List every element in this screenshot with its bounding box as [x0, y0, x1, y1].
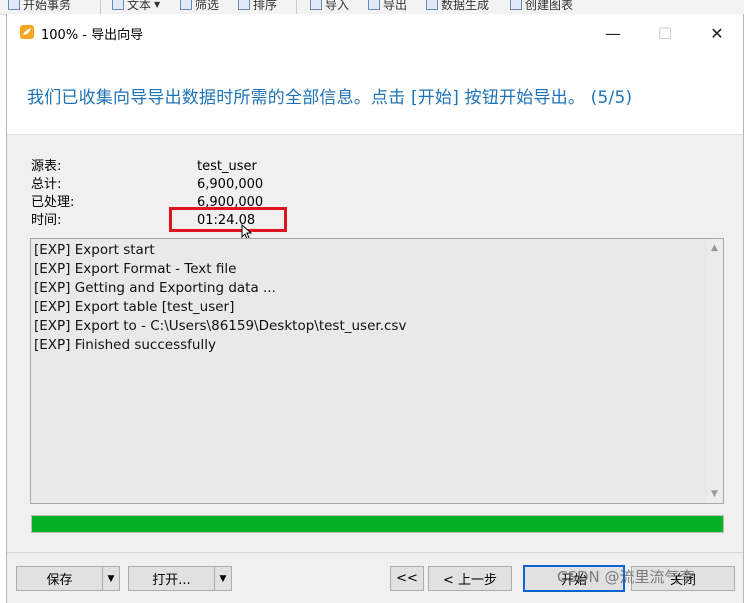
first-step-button[interactable]: <<	[390, 566, 424, 591]
previous-step-button[interactable]: < 上一步	[428, 566, 512, 591]
import-icon	[310, 0, 322, 10]
footer-divider	[7, 552, 743, 553]
export-icon	[368, 0, 380, 10]
progress-fill	[32, 516, 723, 532]
log-line: [EXP] Getting and Exporting data ...	[34, 280, 276, 296]
title-bar[interactable]: 100% - 导出向导 — ☐ ✕	[7, 14, 743, 52]
sort-icon	[238, 0, 250, 10]
log-line: [EXP] Export table [test_user]	[34, 299, 235, 315]
log-line: [EXP] Export to - C:\Users\86159\Desktop…	[34, 318, 407, 334]
chevron-down-icon: ▼	[154, 0, 161, 9]
transaction-icon	[8, 0, 20, 10]
maximize-icon: ☐	[657, 23, 673, 43]
log-line: [EXP] Export start	[34, 242, 155, 258]
export-progress-bar	[31, 515, 724, 533]
data-generation-icon	[426, 0, 438, 10]
save-button[interactable]: 保存	[17, 567, 102, 590]
toolbar-create-chart[interactable]: 创建图表	[510, 0, 573, 13]
log-scrollbar[interactable]: ▲ ▼	[707, 239, 723, 503]
open-split-button[interactable]: 打开... ▼	[128, 566, 232, 591]
minimize-icon: —	[605, 23, 621, 43]
toolbar-data-generation[interactable]: 数据生成	[426, 0, 489, 13]
wizard-header: 我们已收集向导导出数据时所需的全部信息。点击 [开始] 按钮开始导出。 (5/5…	[7, 52, 743, 135]
total-value: 6,900,000	[197, 177, 264, 192]
scroll-up-icon[interactable]: ▲	[711, 243, 718, 253]
processed-label: 已处理:	[31, 195, 75, 210]
close-window-button[interactable]: ✕	[691, 14, 743, 52]
toolbar-begin-transaction[interactable]: 开始事务	[8, 0, 71, 13]
total-label: 总计:	[31, 177, 62, 192]
minimize-button[interactable]: —	[587, 14, 639, 52]
window-title: 100% - 导出向导	[41, 28, 144, 43]
wizard-instruction: 我们已收集向导导出数据时所需的全部信息。点击 [开始] 按钮开始导出。 (5/5…	[27, 88, 633, 108]
source-label: 源表:	[31, 159, 62, 174]
toolbar-export[interactable]: 导出	[368, 0, 407, 13]
toolbar-filter[interactable]: 筛选	[180, 0, 219, 13]
log-line: [EXP] Export Format - Text file	[34, 261, 237, 277]
maximize-button: ☐	[639, 14, 691, 52]
save-dropdown-icon[interactable]: ▼	[102, 567, 119, 590]
filter-icon	[180, 0, 192, 10]
toolbar-sort[interactable]: 排序	[238, 0, 277, 13]
close-icon: ✕	[710, 23, 724, 43]
toolbar-import[interactable]: 导入	[310, 0, 349, 13]
save-split-button[interactable]: 保存 ▼	[16, 566, 120, 591]
time-label: 时间:	[31, 213, 62, 228]
source-value: test_user	[197, 159, 257, 174]
background-toolbar: 开始事务 文本 ▼ 筛选 排序 导入 导出 数据生成 创建图表	[0, 0, 744, 15]
watermark: CSDN @流里流气李	[557, 568, 695, 586]
toolbar-text[interactable]: 文本 ▼	[112, 0, 160, 13]
open-button[interactable]: 打开...	[129, 567, 214, 590]
log-line: [EXP] Finished successfully	[34, 337, 216, 353]
scroll-down-icon[interactable]: ▼	[711, 489, 718, 499]
export-log[interactable]: [EXP] Export start [EXP] Export Format -…	[30, 238, 724, 504]
export-wizard-window: 100% - 导出向导 — ☐ ✕ 我们已收集向导导出数据时所需的全部信息。点击…	[6, 14, 744, 603]
chart-icon	[510, 0, 522, 10]
text-icon	[112, 0, 124, 10]
time-highlight-box	[169, 207, 287, 232]
app-icon	[20, 25, 34, 39]
open-dropdown-icon[interactable]: ▼	[214, 567, 231, 590]
